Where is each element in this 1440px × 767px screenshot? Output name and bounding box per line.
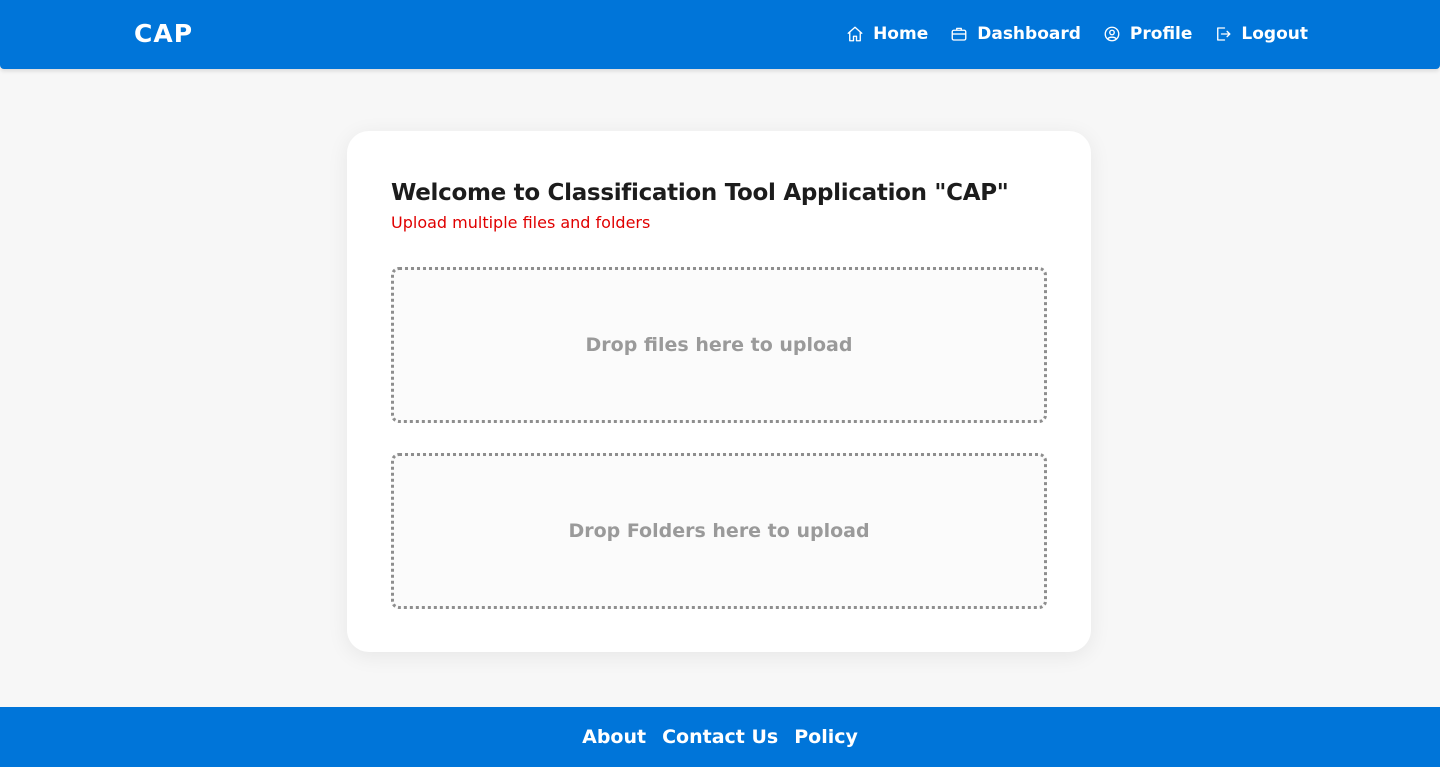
footer-link-about[interactable]: About (582, 724, 646, 750)
top-navbar: CAP Home Dashboard Profile Logout (0, 0, 1440, 69)
page-subtitle: Upload multiple files and folders (391, 213, 651, 232)
folder-dropzone[interactable]: Drop Folders here to upload (391, 453, 1047, 609)
file-dropzone-label: Drop files here to upload (585, 334, 853, 356)
folder-dropzone-label: Drop Folders here to upload (568, 520, 870, 542)
nav-item-profile[interactable]: Profile (1103, 22, 1192, 46)
page-title: Welcome to Classification Tool Applicati… (391, 180, 1009, 206)
nav-item-home-label: Home (873, 24, 929, 44)
footer-link-policy[interactable]: Policy (794, 724, 858, 750)
nav-links: Home Dashboard Profile Logout (846, 22, 1308, 46)
upload-card: Welcome to Classification Tool Applicati… (347, 131, 1091, 652)
nav-item-logout[interactable]: Logout (1214, 22, 1308, 46)
nav-item-dashboard[interactable]: Dashboard (950, 22, 1081, 46)
briefcase-icon (950, 25, 968, 43)
footer-link-contact-us[interactable]: Contact Us (662, 724, 778, 750)
file-dropzone[interactable]: Drop files here to upload (391, 267, 1047, 423)
footer: About Contact Us Policy (0, 707, 1440, 767)
nav-item-logout-label: Logout (1241, 24, 1308, 44)
brand-logo[interactable]: CAP (134, 18, 193, 50)
home-icon (846, 25, 864, 43)
logout-icon (1214, 25, 1232, 43)
nav-item-dashboard-label: Dashboard (977, 24, 1081, 44)
nav-item-profile-label: Profile (1129, 24, 1193, 44)
user-circle-icon (1103, 25, 1121, 43)
nav-item-home[interactable]: Home (846, 22, 928, 46)
